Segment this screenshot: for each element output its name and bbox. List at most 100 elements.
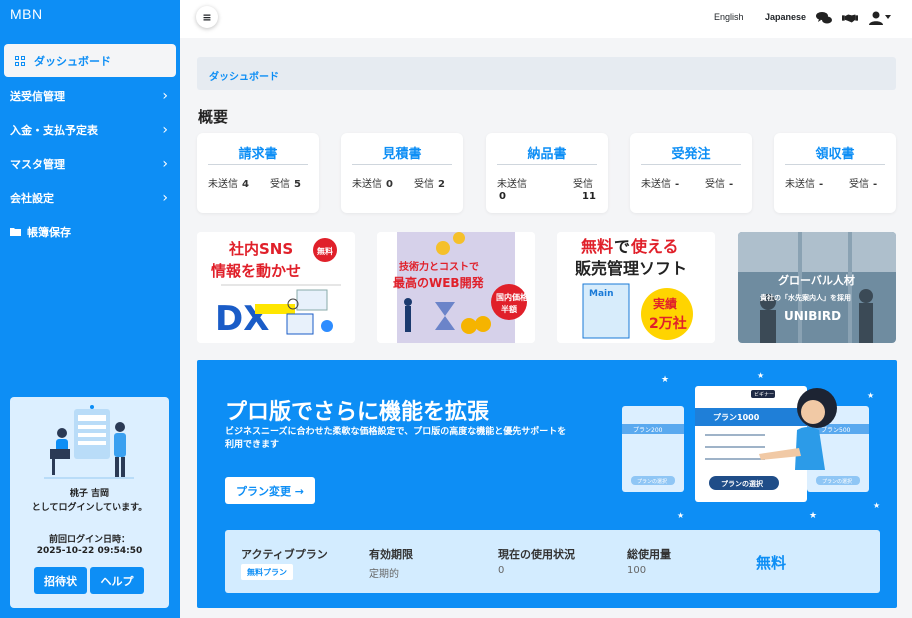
usage-label: 現在の使用状況 (498, 548, 575, 561)
page-title: 概要 (198, 108, 229, 126)
banner-line1: グローバル人材 (778, 273, 855, 287)
active-plan-badge: 無料プラン (241, 564, 293, 580)
divider (208, 164, 308, 165)
sidebar-item-payment-schedule[interactable]: 入金・支払予定表 › (10, 120, 172, 140)
svg-text:プランの選択: プランの選択 (637, 478, 667, 485)
banner-badge2: 2万社 (649, 315, 687, 332)
summary-card-delivery[interactable]: 納品書 未送信 受信 0 11 (486, 133, 608, 213)
banner-line1b: で (614, 237, 630, 256)
banner-badge: 無料 (317, 246, 333, 256)
last-login-label: 前回ログイン日時： (48, 535, 130, 545)
user-illustration (44, 405, 134, 479)
summary-card-receipt[interactable]: 領収書 未送信 - 受信 - (774, 133, 896, 213)
stat-unsent-label: 未送信 (497, 179, 527, 190)
card-title: 納品書 (527, 147, 567, 162)
promo-panel: プロ版でさらに機能を拡張 ビジネスニーズに合わせた柔軟な価格設定で、プロ版の高度… (197, 360, 897, 608)
svg-text:プラン200: プラン200 (633, 427, 663, 434)
svg-text:プランの選択: プランの選択 (822, 478, 852, 485)
sidebar-item-label: 送受信管理 (10, 90, 65, 103)
language-japanese[interactable]: Japanese (765, 12, 806, 22)
sidebar-item-dashboard[interactable]: ダッシュボード (4, 44, 176, 77)
folder-icon (10, 226, 21, 239)
svg-text:プラン500: プラン500 (821, 427, 851, 434)
svg-text:プラン1000: プラン1000 (713, 412, 760, 422)
svg-text:★: ★ (873, 501, 880, 510)
help-button[interactable]: ヘルプ (90, 567, 144, 594)
svg-text:★: ★ (757, 371, 764, 380)
svg-text:★: ★ (867, 391, 874, 400)
banner-line1a: 無料 (581, 237, 613, 256)
banner-line2: 最高のWEB開発 (393, 275, 485, 290)
total-usage-label: 総使用量 (627, 548, 671, 561)
summary-card-quote[interactable]: 見積書 未送信 0 受信 2 (341, 133, 463, 213)
expiry-value: 定期的 (369, 569, 399, 580)
banner-line1: 技術力とコストで (399, 260, 479, 273)
card-title: 領収書 (815, 147, 855, 162)
banner-sales-software[interactable]: 無料 で 使える 販売管理ソフト Main 実績 2万社 (557, 232, 715, 343)
sidebar-item-company-settings[interactable]: 会社設定 › (10, 188, 172, 208)
menu-toggle-button[interactable]: ≡ (196, 6, 218, 28)
divider (641, 164, 741, 165)
banner-line2: 情報を動かせ (211, 262, 301, 280)
last-login-time: 2025-10-22 09:54:50 (36, 546, 143, 556)
chevron-right-icon: › (162, 122, 168, 138)
svg-text:ビギナー: ビギナー (754, 391, 774, 398)
language-english[interactable]: English (714, 12, 744, 22)
banner-badge1: 実績 (653, 296, 677, 311)
breadcrumb: ダッシュボード (197, 57, 896, 90)
banner-line1: 社内SNS (228, 240, 293, 258)
chat-icon[interactable] (816, 11, 832, 25)
login-status: としてログインしています。 (31, 503, 148, 513)
user-icon[interactable] (868, 11, 884, 25)
box-label: Main (589, 289, 614, 299)
svg-text:★: ★ (809, 511, 817, 521)
stat-received-label: 受信 (573, 179, 593, 190)
stat-unsent: 未送信 4 (208, 179, 249, 190)
chevron-right-icon: › (162, 156, 168, 172)
stat-received: 受信 5 (270, 179, 301, 190)
chevron-down-icon[interactable] (885, 15, 891, 19)
user-name: 桃子 吉岡 (69, 489, 110, 499)
banner-sns[interactable]: 社内SNS 無料 情報を動かせ DX (197, 232, 355, 343)
summary-card-orders[interactable]: 受発注 未送信 - 受信 - (630, 133, 752, 213)
invite-button[interactable]: 招待状 (34, 567, 87, 594)
banner-global-talent[interactable]: グローバル人材 貴社の「水先案内人」を採用 UNIBIRD (738, 232, 896, 343)
topbar: ≡ English Japanese (180, 0, 912, 38)
sidebar-item-ledger[interactable]: 帳簿保存 (10, 222, 172, 242)
svg-text:★: ★ (661, 375, 669, 385)
sidebar-item-label: 帳簿保存 (27, 226, 71, 239)
sidebar-item-label: ダッシュボード (34, 54, 111, 68)
promo-title: プロ版でさらに機能を拡張 (225, 400, 490, 425)
banner-line2: 販売管理ソフト (575, 259, 687, 278)
total-usage-value: 100 (627, 565, 647, 576)
divider (785, 164, 885, 165)
plan-name: 無料 (756, 554, 787, 572)
promo-description: ビジネスニーズに合わせた柔軟な価格設定で、プロ版の高度な機能と優先サポートを利用… (225, 427, 567, 450)
banner-badge1: 国内価格 (496, 292, 529, 302)
chevron-right-icon: › (162, 88, 168, 104)
summary-card-invoice[interactable]: 請求書 未送信 4 受信 5 (197, 133, 319, 213)
banner-brand: UNIBIRD (784, 309, 841, 323)
sidebar-item-label: 会社設定 (10, 192, 54, 205)
card-title: 受発注 (671, 147, 711, 162)
card-title: 見積書 (382, 147, 422, 162)
user-card: 桃子 吉岡 としてログインしています。 前回ログイン日時： 2025-10-22… (10, 397, 169, 608)
divider (497, 164, 597, 165)
banner-web-dev[interactable]: 技術力とコストで 最高のWEB開発 国内価格 半額 (377, 232, 535, 343)
divider (352, 164, 452, 165)
brand-logo[interactable]: MBN (10, 6, 43, 22)
sidebar-item-label: マスタ管理 (10, 158, 65, 171)
stat-received: 受信 2 (414, 179, 445, 190)
stat-received: 受信 - (849, 179, 878, 190)
banner-line2: 貴社の「水先案内人」を採用 (760, 293, 851, 302)
stat-unsent: 未送信 - (785, 179, 824, 190)
sidebar-item-master[interactable]: マスタ管理 › (10, 154, 172, 174)
usage-value: 0 (498, 565, 505, 576)
stat-received: 受信 - (705, 179, 734, 190)
change-plan-button[interactable]: プラン変更 → (225, 477, 315, 504)
sidebar-item-send-receive[interactable]: 送受信管理 › (10, 86, 172, 106)
stat-received-value: 11 (582, 191, 596, 202)
handshake-icon[interactable] (842, 11, 858, 25)
stat-unsent: 未送信 0 (352, 179, 393, 190)
active-plan-label: アクティブプラン (241, 548, 328, 561)
